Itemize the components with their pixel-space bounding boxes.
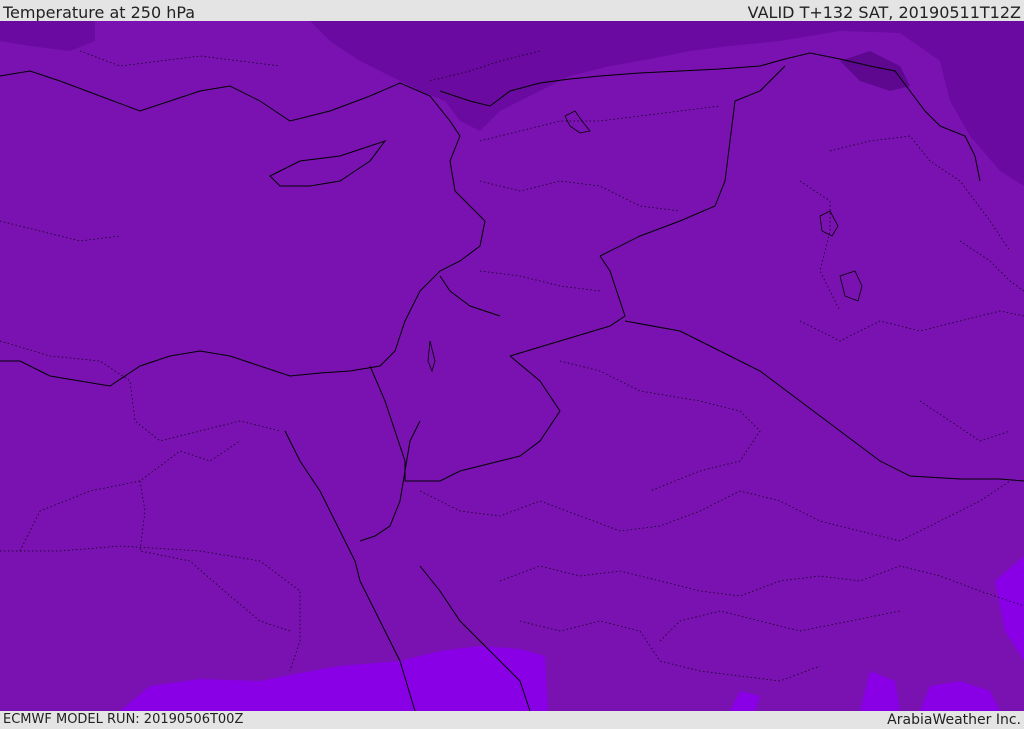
- footer-bar: ECMWF MODEL RUN: 20190506T00Z ArabiaWeat…: [0, 711, 1024, 729]
- map-canvas: [0, 21, 1024, 711]
- weather-map: [0, 21, 1024, 711]
- credit: ArabiaWeather Inc.: [887, 712, 1021, 728]
- temperature-field-base: [0, 21, 1024, 711]
- model-run: ECMWF MODEL RUN: 20190506T00Z: [3, 712, 244, 727]
- header-bar: Temperature at 250 hPa VALID T+132 SAT, …: [0, 0, 1024, 22]
- valid-time: VALID T+132 SAT, 20190511T12Z: [747, 3, 1021, 22]
- map-title: Temperature at 250 hPa: [3, 3, 196, 22]
